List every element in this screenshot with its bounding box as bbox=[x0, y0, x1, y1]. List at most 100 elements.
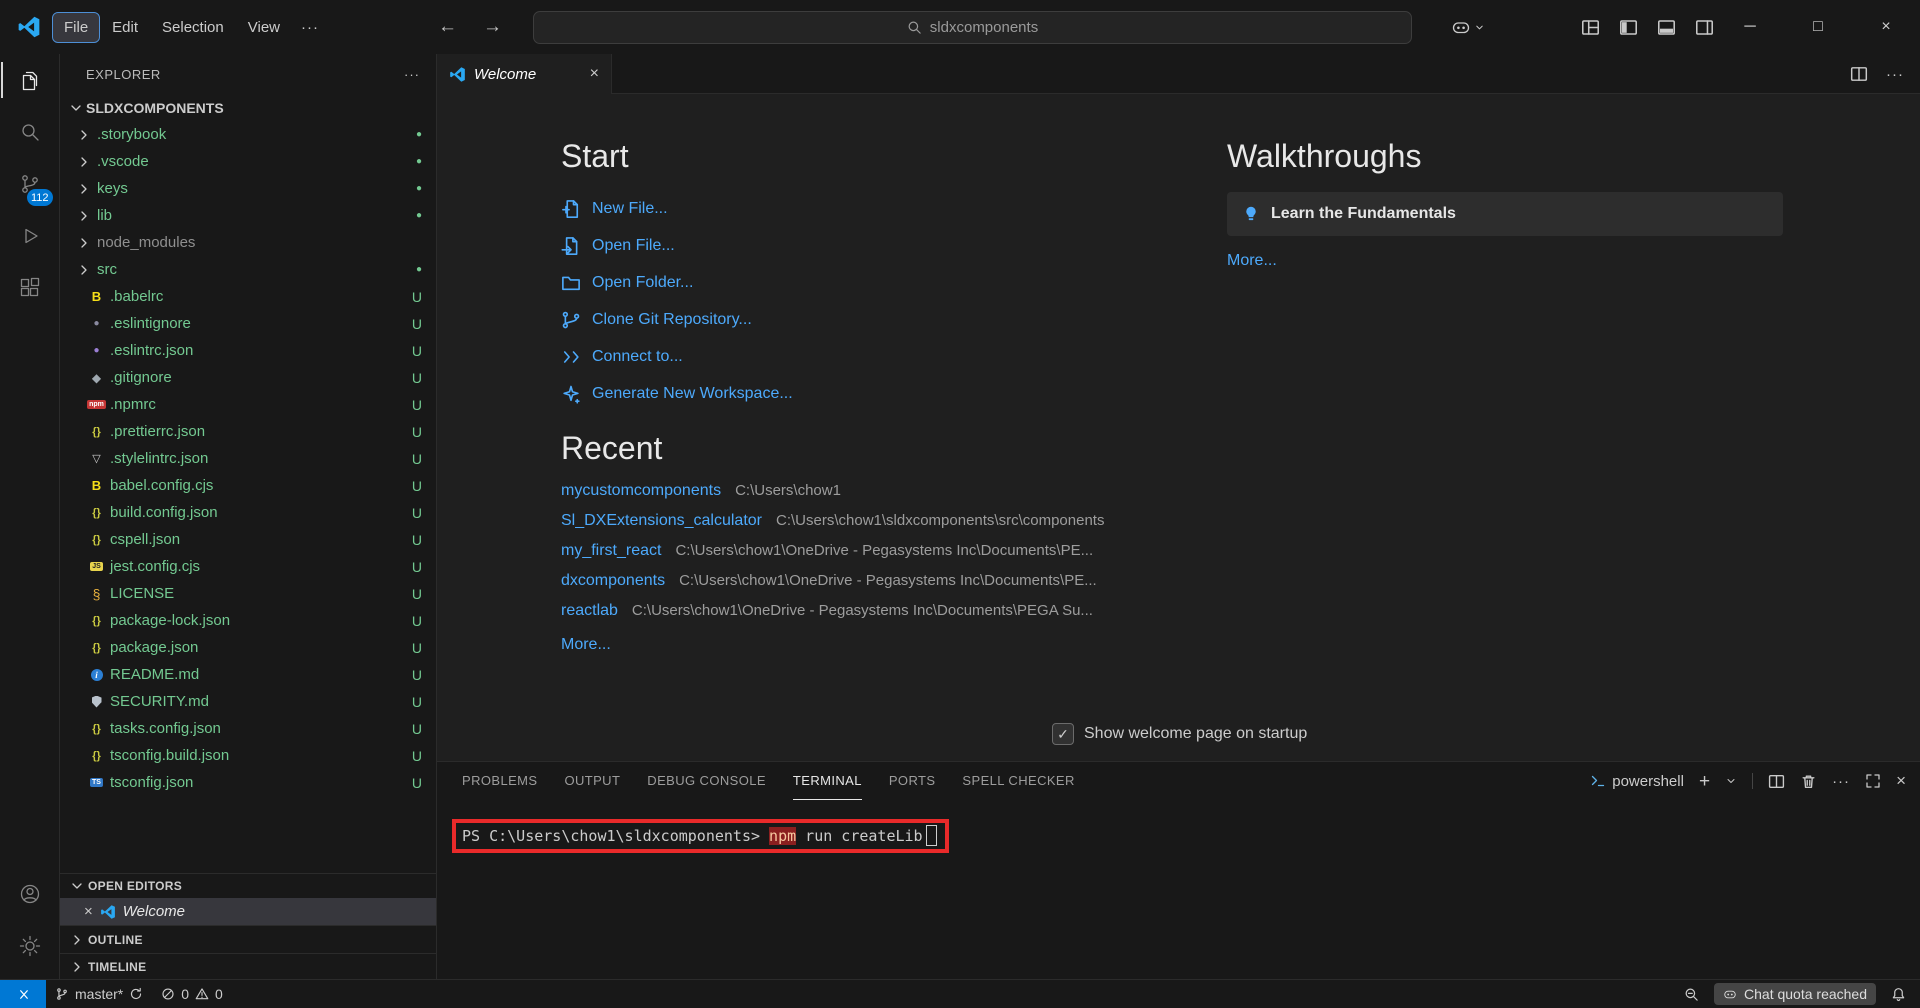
start-item[interactable]: New File... bbox=[561, 190, 1141, 227]
tree-item[interactable]: jest.config.cjs U bbox=[60, 553, 436, 580]
activity-source-control-button[interactable]: 112 bbox=[6, 158, 54, 210]
start-item[interactable]: Connect to... bbox=[561, 338, 1141, 375]
tree-item[interactable]: .storybook bbox=[60, 121, 436, 148]
recent-more-link[interactable]: More... bbox=[561, 636, 611, 654]
remote-indicator-button[interactable] bbox=[0, 980, 46, 1008]
close-editor-icon[interactable]: × bbox=[84, 903, 93, 920]
toggle-primary-sidebar-icon[interactable] bbox=[1619, 18, 1638, 37]
start-item[interactable]: Clone Git Repository... bbox=[561, 301, 1141, 338]
tree-item[interactable]: SECURITY.md U bbox=[60, 688, 436, 715]
tree-item[interactable]: .gitignore U bbox=[60, 364, 436, 391]
tree-item[interactable]: tasks.config.json U bbox=[60, 715, 436, 742]
walkthrough-card[interactable]: Learn the Fundamentals bbox=[1227, 192, 1783, 236]
editor-more-actions-icon[interactable]: ··· bbox=[1886, 66, 1904, 83]
settings-button[interactable] bbox=[6, 920, 54, 972]
recent-item[interactable]: Sl_DXExtensions_calculator C:\Users\chow… bbox=[561, 512, 1141, 542]
tree-item[interactable]: .npmrc U bbox=[60, 391, 436, 418]
start-item[interactable]: Open File... bbox=[561, 227, 1141, 264]
split-editor-icon[interactable] bbox=[1850, 65, 1868, 83]
new-terminal-button[interactable]: + bbox=[1699, 772, 1710, 791]
minimize-button[interactable]: ─ bbox=[1716, 0, 1784, 54]
tree-item[interactable]: cspell.json U bbox=[60, 526, 436, 553]
split-terminal-icon[interactable] bbox=[1768, 773, 1785, 790]
close-tab-icon[interactable]: × bbox=[590, 65, 599, 83]
activity-run-debug-button[interactable] bbox=[6, 210, 54, 262]
problems-status[interactable]: 0 0 bbox=[152, 980, 232, 1008]
menu-item[interactable]: Selection bbox=[151, 13, 235, 42]
recent-item-name[interactable]: dxcomponents bbox=[561, 572, 665, 590]
open-editor-item[interactable]: × Welcome bbox=[60, 898, 436, 925]
close-panel-icon[interactable]: × bbox=[1896, 771, 1906, 791]
customize-layout-icon[interactable] bbox=[1581, 18, 1600, 37]
toggle-secondary-sidebar-icon[interactable] bbox=[1695, 18, 1714, 37]
close-window-button[interactable]: × bbox=[1852, 0, 1920, 54]
account-button[interactable] bbox=[6, 868, 54, 920]
start-item[interactable]: Open Folder... bbox=[561, 264, 1141, 301]
timeline-header[interactable]: TIMELINE bbox=[60, 954, 436, 980]
panel-tab[interactable]: PORTS bbox=[889, 762, 936, 800]
tree-item[interactable]: .prettierrc.json U bbox=[60, 418, 436, 445]
start-item[interactable]: Generate New Workspace... bbox=[561, 375, 1141, 412]
back-arrow-icon[interactable]: ← bbox=[438, 16, 457, 38]
zoom-icon[interactable] bbox=[1684, 987, 1699, 1002]
tree-item[interactable]: .stylelintrc.json U bbox=[60, 445, 436, 472]
shell-selector[interactable]: powershell bbox=[1590, 773, 1684, 790]
recent-item[interactable]: my_first_react C:\Users\chow1\OneDrive -… bbox=[561, 542, 1141, 572]
tree-item[interactable]: keys bbox=[60, 175, 436, 202]
recent-item-name[interactable]: reactlab bbox=[561, 602, 618, 620]
menu-item[interactable]: File bbox=[53, 13, 99, 42]
notifications-bell-icon[interactable] bbox=[1891, 987, 1906, 1002]
startup-checkbox-row[interactable]: ✓ Show welcome page on startup bbox=[1052, 723, 1307, 745]
checkbox-checked-icon[interactable]: ✓ bbox=[1052, 723, 1074, 745]
activity-search-button[interactable] bbox=[6, 106, 54, 158]
open-editors-header[interactable]: OPEN EDITORS bbox=[60, 874, 436, 898]
tree-item[interactable]: tsconfig.json U bbox=[60, 769, 436, 796]
workspace-root-row[interactable]: SLDXCOMPONENTS bbox=[60, 94, 436, 121]
forward-arrow-icon[interactable]: → bbox=[483, 16, 502, 38]
recent-item[interactable]: reactlab C:\Users\chow1\OneDrive - Pegas… bbox=[561, 602, 1141, 632]
maximize-panel-icon[interactable] bbox=[1865, 773, 1881, 789]
activity-extensions-button[interactable] bbox=[6, 262, 54, 314]
recent-item-name[interactable]: my_first_react bbox=[561, 542, 661, 560]
tree-item[interactable]: lib bbox=[60, 202, 436, 229]
toggle-panel-icon[interactable] bbox=[1657, 18, 1676, 37]
git-branch-status[interactable]: master* bbox=[46, 980, 152, 1008]
recent-item[interactable]: mycustomcomponents C:\Users\chow1 bbox=[561, 482, 1141, 512]
panel-tab[interactable]: TERMINAL bbox=[793, 762, 862, 800]
menu-item[interactable]: View bbox=[237, 13, 291, 42]
chevron-down-icon[interactable] bbox=[1725, 775, 1737, 787]
command-center-search[interactable]: sldxcomponents bbox=[533, 11, 1412, 44]
tree-item[interactable]: README.md U bbox=[60, 661, 436, 688]
menu-overflow-button[interactable]: ··· bbox=[291, 13, 329, 42]
activity-explorer-button[interactable] bbox=[6, 54, 54, 106]
tree-item[interactable]: .babelrc U bbox=[60, 283, 436, 310]
tree-item[interactable]: .eslintignore U bbox=[60, 310, 436, 337]
tree-item[interactable]: tsconfig.build.json U bbox=[60, 742, 436, 769]
outline-header[interactable]: OUTLINE bbox=[60, 926, 436, 953]
tree-item[interactable]: src bbox=[60, 256, 436, 283]
tree-item[interactable]: node_modules bbox=[60, 229, 436, 256]
panel-more-actions-icon[interactable]: ··· bbox=[1832, 773, 1850, 790]
recent-item[interactable]: dxcomponents C:\Users\chow1\OneDrive - P… bbox=[561, 572, 1141, 602]
tree-item[interactable]: build.config.json U bbox=[60, 499, 436, 526]
trash-icon[interactable] bbox=[1800, 773, 1817, 790]
explorer-more-actions-button[interactable]: ··· bbox=[404, 67, 420, 82]
copilot-menu[interactable] bbox=[1451, 17, 1485, 37]
walkthroughs-more-link[interactable]: More... bbox=[1227, 252, 1277, 270]
panel-tab[interactable]: OUTPUT bbox=[564, 762, 620, 800]
chat-quota-status[interactable]: Chat quota reached bbox=[1714, 983, 1876, 1005]
tree-item[interactable]: LICENSE U bbox=[60, 580, 436, 607]
terminal-view[interactable]: PS C:\Users\chow1\sldxcomponents> npm ru… bbox=[437, 800, 1920, 980]
panel-tab[interactable]: SPELL CHECKER bbox=[962, 762, 1074, 800]
tree-item[interactable]: package-lock.json U bbox=[60, 607, 436, 634]
tab-welcome[interactable]: Welcome × bbox=[437, 54, 612, 94]
panel-tab[interactable]: PROBLEMS bbox=[462, 762, 537, 800]
tree-item[interactable]: .vscode bbox=[60, 148, 436, 175]
recent-item-name[interactable]: mycustomcomponents bbox=[561, 482, 721, 500]
recent-item-name[interactable]: Sl_DXExtensions_calculator bbox=[561, 512, 762, 530]
tree-item[interactable]: .eslintrc.json U bbox=[60, 337, 436, 364]
maximize-button[interactable]: □ bbox=[1784, 0, 1852, 54]
tree-item[interactable]: package.json U bbox=[60, 634, 436, 661]
panel-tab[interactable]: DEBUG CONSOLE bbox=[647, 762, 766, 800]
menu-item[interactable]: Edit bbox=[101, 13, 149, 42]
